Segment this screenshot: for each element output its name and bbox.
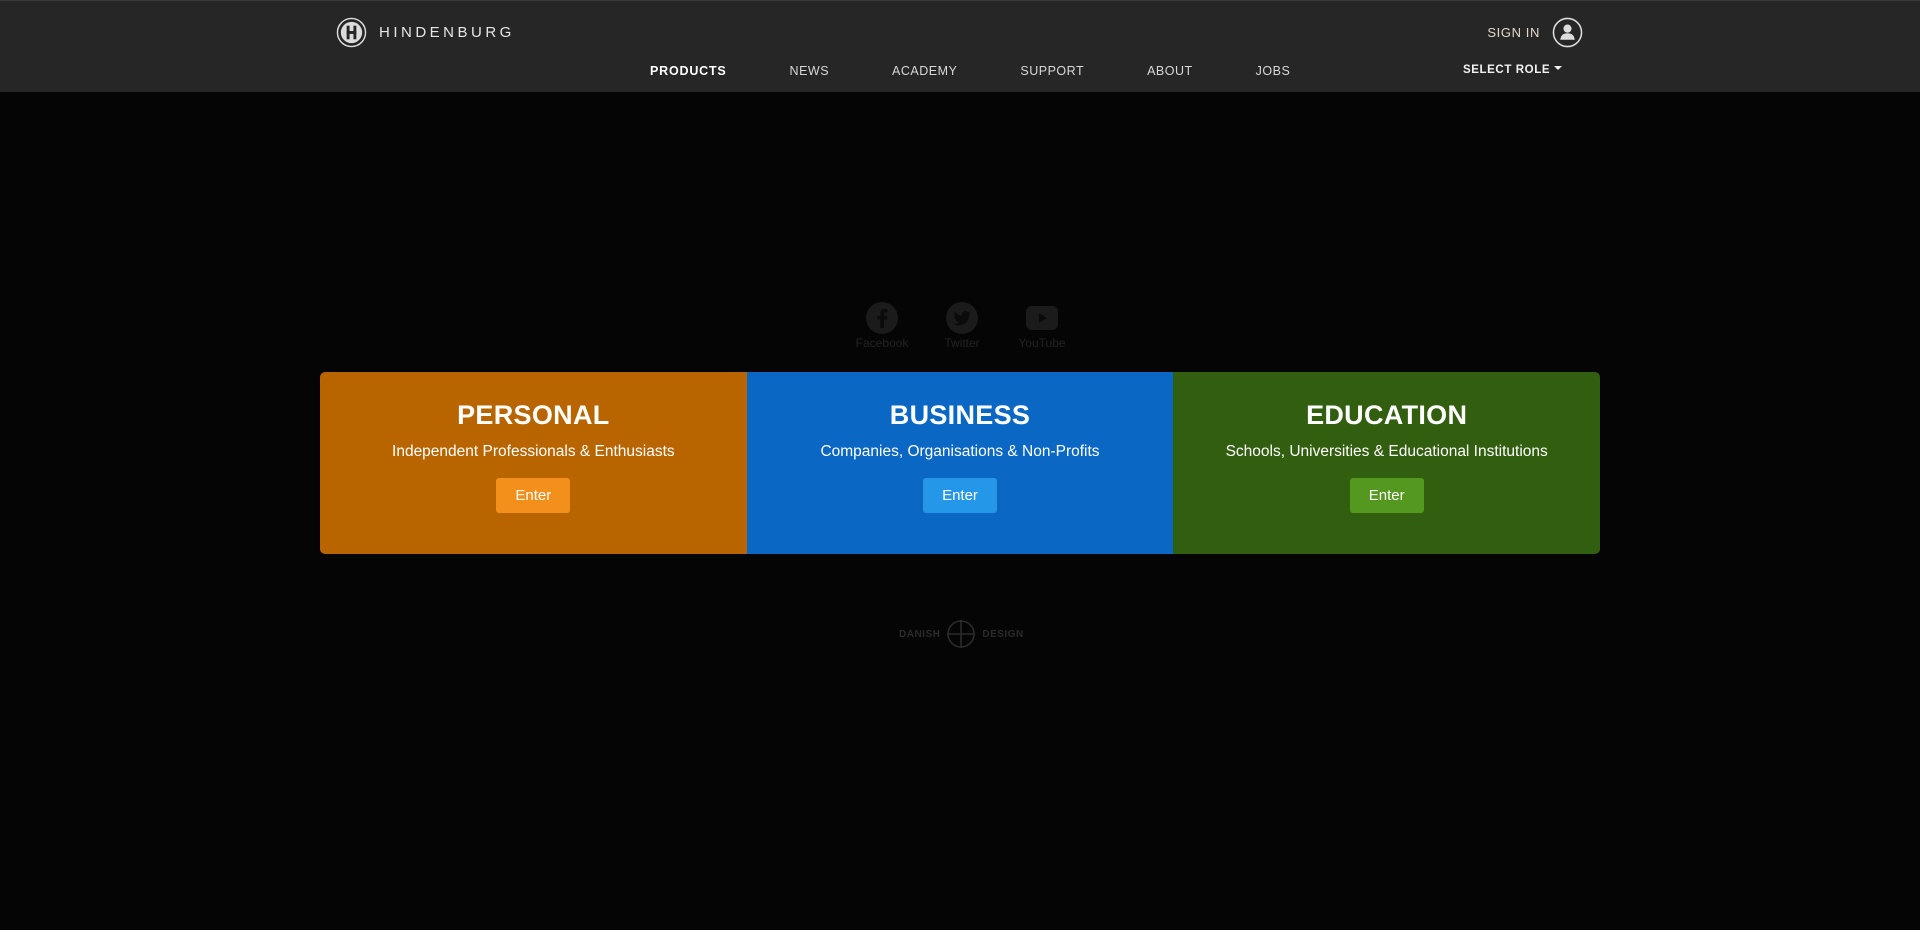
enter-business-button[interactable]: Enter: [923, 478, 997, 513]
enter-education-button[interactable]: Enter: [1349, 478, 1424, 513]
danish-design-left: DANISH: [899, 628, 941, 640]
nav-products[interactable]: PRODUCTS: [650, 64, 727, 78]
user-account-icon: [1552, 17, 1583, 48]
card-personal: PERSONAL Independent Professionals & Ent…: [320, 372, 747, 554]
nav-jobs[interactable]: JOBS: [1256, 64, 1291, 78]
caret-down-icon: [1554, 66, 1563, 70]
nav-about[interactable]: ABOUT: [1147, 64, 1193, 78]
social-youtube-link[interactable]: YouTube: [1012, 301, 1072, 350]
youtube-icon: [1026, 306, 1058, 330]
nav-news[interactable]: NEWS: [790, 64, 830, 78]
social-twitter-link[interactable]: Twitter: [932, 301, 992, 350]
site-header: HINDENBURG SIGN IN PRODUCTS NEWS ACADEMY…: [0, 0, 1920, 92]
nav-support[interactable]: SUPPORT: [1020, 64, 1084, 78]
danish-design-right: DESIGN: [982, 628, 1024, 640]
danish-design-mark-icon: [947, 620, 976, 648]
page-viewport: HINDENBURG SIGN IN PRODUCTS NEWS ACADEMY…: [0, 0, 1920, 930]
hindenburg-logo-icon: [336, 17, 367, 48]
danish-design-badge: DANISH DESIGN: [899, 619, 1024, 649]
card-business: BUSINESS Companies, Organisations & Non-…: [746, 372, 1174, 554]
brand-logo-link[interactable]: HINDENBURG: [336, 17, 515, 48]
brand-name: HINDENBURG: [379, 24, 515, 41]
card-subtitle-business: Companies, Organisations & Non-Profits: [820, 443, 1100, 460]
card-subtitle-education: Schools, Universities & Educational Inst…: [1225, 443, 1548, 460]
card-subtitle-personal: Independent Professionals & Enthusiasts: [392, 443, 675, 460]
social-twitter-label: Twitter: [944, 336, 980, 350]
role-cards: PERSONAL Independent Professionals & Ent…: [320, 372, 1600, 554]
social-facebook-link[interactable]: Facebook: [852, 301, 912, 350]
social-youtube-label: YouTube: [1018, 336, 1066, 350]
sign-in-button[interactable]: SIGN IN: [1487, 17, 1583, 48]
facebook-icon: [866, 302, 898, 334]
social-links: Facebook Twitter YouTube: [852, 301, 1072, 350]
card-education: EDUCATION Schools, Universities & Educat…: [1173, 372, 1600, 554]
enter-personal-button[interactable]: Enter: [496, 478, 571, 513]
select-role-label: SELECT ROLE: [1463, 64, 1551, 76]
card-title-education: EDUCATION: [1306, 400, 1468, 430]
card-title-personal: PERSONAL: [457, 400, 610, 430]
social-facebook-label: Facebook: [855, 336, 909, 350]
main-nav: PRODUCTS NEWS ACADEMY SUPPORT ABOUT JOBS: [650, 64, 1290, 78]
nav-academy[interactable]: ACADEMY: [892, 64, 957, 78]
card-title-business: BUSINESS: [889, 400, 1031, 430]
sign-in-label: SIGN IN: [1487, 25, 1540, 40]
select-role-dropdown[interactable]: SELECT ROLE: [1463, 64, 1563, 76]
twitter-icon: [946, 302, 978, 334]
